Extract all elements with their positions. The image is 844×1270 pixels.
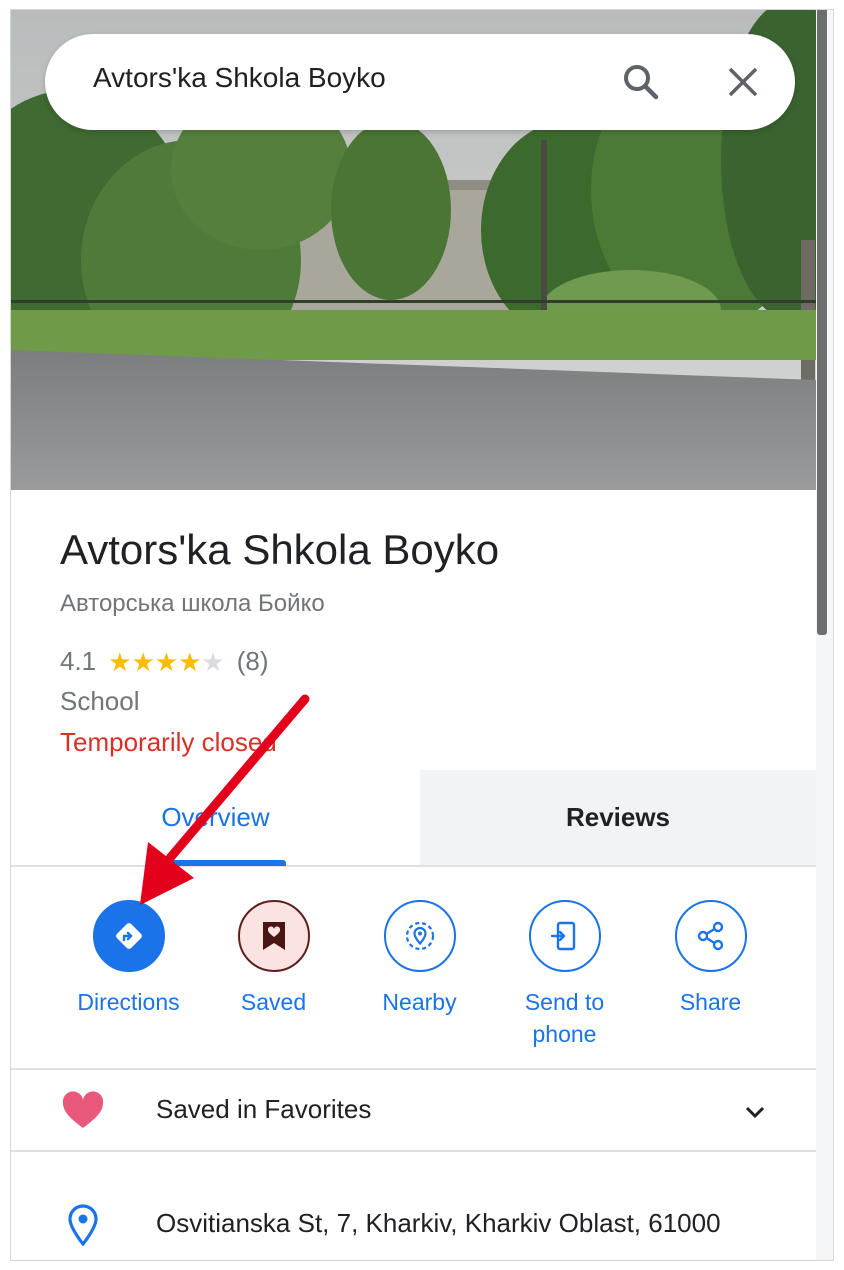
saved-bookmark-icon xyxy=(237,900,310,972)
rating-stars[interactable]: ★ ★ ★ ★ ★ xyxy=(108,649,225,675)
place-local-name: Авторська школа Бойко xyxy=(60,590,325,617)
share-label: Share xyxy=(679,989,742,1015)
nearby-icon xyxy=(383,900,456,972)
nearby-button[interactable]: Nearby xyxy=(347,900,492,1018)
divider xyxy=(11,1150,816,1152)
tab-overview[interactable]: Overview xyxy=(11,770,420,865)
review-count[interactable]: (8) xyxy=(237,646,269,677)
share-button[interactable]: Share xyxy=(638,900,783,1018)
status-text: Temporarily closed xyxy=(60,727,277,757)
rating-value: 4.1 xyxy=(60,646,97,676)
address-text: Osvitianska St, 7, Kharkiv, Kharkiv Obla… xyxy=(156,1208,721,1238)
saved-button[interactable]: Saved xyxy=(201,900,346,1018)
location-pin-icon xyxy=(67,1204,99,1247)
send-to-phone-label: Send to phone xyxy=(524,989,605,1047)
send-to-phone-icon xyxy=(528,900,601,972)
share-icon xyxy=(674,900,747,972)
scrollbar-thumb[interactable] xyxy=(817,10,827,635)
chevron-down-icon[interactable] xyxy=(741,1098,769,1126)
directions-label: Directions xyxy=(77,989,180,1015)
search-icon[interactable] xyxy=(619,60,663,104)
saved-in-favorites-row[interactable]: Saved in Favorites xyxy=(11,1070,816,1150)
place-panel: Avtors'ka Shkola Boyko Avtors'ka Shkola … xyxy=(11,10,833,1260)
action-buttons: Directions Saved Nearby Send to phone Sh… xyxy=(11,890,816,1070)
address-row[interactable]: Osvitianska St, 7, Kharkiv, Kharkiv Obla… xyxy=(11,1180,816,1260)
tab-reviews[interactable]: Reviews xyxy=(420,770,816,865)
search-bar[interactable]: Avtors'ka Shkola Boyko xyxy=(45,34,795,130)
favorites-label: Saved in Favorites xyxy=(156,1094,372,1124)
heart-icon xyxy=(61,1090,105,1130)
close-icon[interactable] xyxy=(721,60,765,104)
search-input[interactable]: Avtors'ka Shkola Boyko xyxy=(93,62,386,94)
tab-bar: Overview Reviews xyxy=(11,770,816,867)
directions-button[interactable]: Directions xyxy=(56,900,201,1018)
send-to-phone-button[interactable]: Send to phone xyxy=(492,900,637,1050)
star-icon: ★ xyxy=(178,646,202,677)
nearby-label: Nearby xyxy=(382,989,457,1015)
star-icon: ★ xyxy=(154,646,179,677)
rating-row: 4.1 ★ ★ ★ ★ ★ (8) xyxy=(60,646,269,677)
directions-icon xyxy=(92,900,165,972)
place-category[interactable]: School xyxy=(60,686,140,717)
saved-label: Saved xyxy=(240,989,307,1015)
star-icon: ★ xyxy=(131,646,155,677)
place-title: Avtors'ka Shkola Boyko xyxy=(60,526,500,573)
active-tab-indicator xyxy=(159,860,286,866)
star-icon: ★ xyxy=(108,646,132,677)
star-empty-icon: ★ xyxy=(201,646,225,677)
